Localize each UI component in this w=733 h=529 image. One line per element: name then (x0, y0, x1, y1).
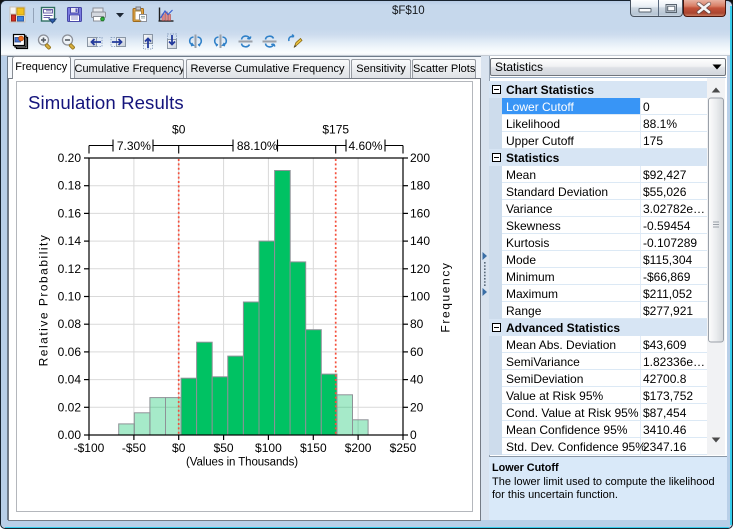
svg-text:0.12: 0.12 (58, 262, 82, 276)
svg-text:140: 140 (410, 234, 430, 248)
svg-text:Frequency: Frequency (439, 261, 453, 332)
svg-text:0.20: 0.20 (58, 151, 82, 165)
svg-text:160: 160 (410, 206, 430, 220)
svg-text:180: 180 (410, 179, 430, 193)
svg-text:$150: $150 (300, 441, 327, 455)
svg-text:0.08: 0.08 (58, 317, 82, 331)
svg-text:Simulation Results: Simulation Results (28, 92, 184, 113)
svg-text:0.10: 0.10 (58, 290, 82, 304)
svg-text:40: 40 (410, 373, 424, 387)
svg-text:4.60%: 4.60% (348, 139, 382, 153)
svg-text:20: 20 (410, 400, 424, 414)
svg-text:$250: $250 (390, 441, 417, 455)
svg-text:0.16: 0.16 (58, 206, 82, 220)
svg-text:80: 80 (410, 317, 424, 331)
svg-text:$50: $50 (214, 441, 234, 455)
svg-text:0.00: 0.00 (58, 428, 82, 442)
svg-text:-$50: -$50 (122, 441, 146, 455)
svg-text:Relative Probability: Relative Probability (37, 234, 51, 367)
svg-text:$0: $0 (172, 441, 186, 455)
svg-text:88.10%: 88.10% (237, 139, 278, 153)
svg-text:$175: $175 (322, 123, 349, 137)
svg-text:100: 100 (410, 290, 430, 304)
svg-text:$100: $100 (255, 441, 282, 455)
svg-text:$200: $200 (345, 441, 372, 455)
svg-text:200: 200 (410, 151, 430, 165)
svg-text:120: 120 (410, 262, 430, 276)
svg-text:0.02: 0.02 (58, 400, 82, 414)
svg-text:7.30%: 7.30% (117, 139, 151, 153)
svg-text:0.04: 0.04 (58, 373, 82, 387)
svg-text:60: 60 (410, 345, 424, 359)
svg-text:0: 0 (410, 428, 417, 442)
svg-text:0.06: 0.06 (58, 345, 82, 359)
svg-text:0.18: 0.18 (58, 179, 82, 193)
svg-text:-$100: -$100 (74, 441, 105, 455)
svg-text:0.14: 0.14 (58, 234, 82, 248)
svg-text:$0: $0 (172, 123, 186, 137)
svg-text:(Values in Thousands): (Values in Thousands) (186, 457, 298, 469)
